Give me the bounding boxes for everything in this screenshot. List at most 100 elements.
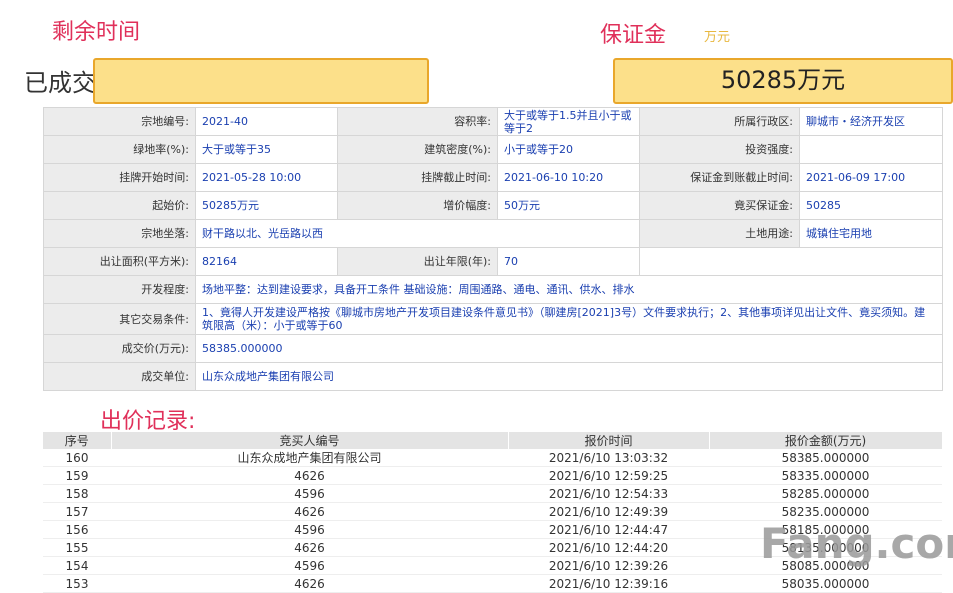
info-key: 出让面积(平方米): (43, 247, 196, 276)
info-row: 出让面积(平方米): 82164 出让年限(年): 70 (43, 247, 943, 276)
remaining-time-label: 剩余时间 (52, 20, 141, 45)
bid-row: 157 4626 2021/6/10 12:49:39 58235.000000 (43, 502, 942, 521)
bid-cell: 58385.000000 (709, 449, 942, 467)
info-value: 58385.000000 (195, 334, 943, 363)
info-value: 50285 (799, 191, 943, 220)
bid-column-header: 报价时间 (508, 432, 710, 449)
bid-row: 159 4626 2021/6/10 12:59:25 58335.000000 (43, 466, 942, 485)
bid-cell: 160 (43, 449, 111, 467)
bid-row: 153 4626 2021/6/10 12:39:16 58035.000000 (43, 574, 942, 593)
deposit-unit: 万元 (704, 30, 731, 45)
info-value: 山东众成地产集团有限公司 (195, 362, 943, 391)
bid-cell: 4626 (111, 574, 508, 593)
info-row: 绿地率(%): 大于或等于35 建筑密度(%): 小于或等于20 投资强度: (43, 135, 943, 164)
info-row: 成交价(万元): 58385.000000 (43, 334, 943, 363)
info-row: 开发程度: 场地平整：达到建设要求，具备开工条件 基础设施：周围通路、通电、通讯、… (43, 275, 943, 304)
info-blank (639, 247, 943, 276)
info-value: 1、竟得人开发建设严格按《聊城市房地产开发项目建设条件意见书》（聊建房[2021… (195, 303, 943, 335)
bid-cell: 2021/6/10 12:44:47 (508, 520, 709, 539)
info-value: 小于或等于20 (497, 135, 640, 164)
bid-cell: 4596 (111, 556, 508, 575)
deal-amount-bar: 50285万元 (613, 58, 953, 104)
deposit-label: 保证金 (600, 23, 667, 48)
info-row: 宗地坐落: 财干路以北、光岳路以西 土地用途: 城镇住宅用地 (43, 219, 943, 248)
bid-cell: 154 (43, 556, 111, 575)
info-key: 其它交易条件: (43, 303, 196, 335)
bid-cell: 159 (43, 466, 111, 485)
info-row: 其它交易条件: 1、竟得人开发建设严格按《聊城市房地产开发项目建设条件意见书》（聊… (43, 303, 943, 335)
watermark-logo: Fang.com (760, 519, 953, 568)
bid-cell: 157 (43, 502, 111, 521)
bid-cell: 2021/6/10 12:44:20 (508, 538, 709, 557)
info-value: 场地平整：达到建设要求，具备开工条件 基础设施：周围通路、通电、通讯、供水、排水 (195, 275, 943, 304)
bid-cell: 4626 (111, 466, 508, 485)
bid-cell: 4596 (111, 520, 508, 539)
info-key: 挂牌截止时间: (337, 163, 498, 192)
countdown-bar (93, 58, 429, 104)
info-value: 70 (497, 247, 640, 276)
bid-cell: 153 (43, 574, 111, 593)
bid-cell: 58235.000000 (709, 502, 942, 521)
info-row: 起始价: 50285万元 增价幅度: 50万元 竟买保证金: 50285 (43, 191, 943, 220)
bid-records-table: 序号 竞买人编号 报价时间 报价金额(万元) 160 山东众成地产集团有限公司 2021/… (43, 432, 943, 593)
bid-cell: 58285.000000 (709, 484, 942, 503)
bid-cell: 156 (43, 520, 111, 539)
info-value: 大于或等于1.5并且小于或等于2 (497, 107, 640, 136)
info-key: 投资强度: (639, 135, 800, 164)
bid-cell: 2021/6/10 12:54:33 (508, 484, 709, 503)
info-value (799, 135, 943, 164)
info-value: 城镇住宅用地 (799, 219, 943, 248)
info-value: 82164 (195, 247, 338, 276)
bid-column-header: 竞买人编号 (111, 432, 509, 449)
bid-cell: 山东众成地产集团有限公司 (111, 449, 508, 467)
bid-cell: 155 (43, 538, 111, 557)
info-key: 容积率: (337, 107, 498, 136)
info-row: 成交单位: 山东众成地产集团有限公司 (43, 362, 943, 391)
status-label: 已成交 (24, 69, 96, 97)
bid-cell: 4626 (111, 502, 508, 521)
bid-row: 160 山东众成地产集团有限公司 2021/6/10 13:03:32 58385.0… (43, 449, 942, 467)
info-row: 挂牌开始时间: 2021-05-28 10:00 挂牌截止时间: 2021-06-10… (43, 163, 943, 192)
info-value: 2021-40 (195, 107, 338, 136)
info-key: 竟买保证金: (639, 191, 800, 220)
info-key: 建筑密度(%): (337, 135, 498, 164)
bid-cell: 2021/6/10 12:39:16 (508, 574, 709, 593)
info-key: 挂牌开始时间: (43, 163, 196, 192)
bid-cell: 2021/6/10 12:39:26 (508, 556, 709, 575)
bid-cell: 2021/6/10 12:49:39 (508, 502, 709, 521)
info-key: 增价幅度: (337, 191, 498, 220)
info-key: 宗地编号: (43, 107, 196, 136)
info-key: 土地用途: (639, 219, 800, 248)
bid-column-header: 序号 (43, 432, 112, 449)
land-info-table: 宗地编号: 2021-40 容积率: 大于或等于1.5并且小于或等于2 所属行政区: 聊城… (43, 107, 943, 391)
bid-cell: 4626 (111, 538, 508, 557)
info-key: 成交单位: (43, 362, 196, 391)
info-value: 2021-06-10 10:20 (497, 163, 640, 192)
info-value: 50万元 (497, 191, 640, 220)
info-key: 开发程度: (43, 275, 196, 304)
info-key: 保证金到账截止时间: (639, 163, 800, 192)
bid-cell: 58335.000000 (709, 466, 942, 485)
bid-cell: 2021/6/10 12:59:25 (508, 466, 709, 485)
bid-cell: 58035.000000 (709, 574, 942, 593)
info-key: 成交价(万元): (43, 334, 196, 363)
info-value: 聊城市・经济开发区 (799, 107, 943, 136)
info-key: 起始价: (43, 191, 196, 220)
deal-amount-value: 50285万元 (720, 66, 846, 94)
info-key: 所属行政区: (639, 107, 800, 136)
info-value: 2021-05-28 10:00 (195, 163, 338, 192)
info-key: 宗地坐落: (43, 219, 196, 248)
bid-cell: 2021/6/10 13:03:32 (508, 449, 709, 467)
info-value: 50285万元 (195, 191, 338, 220)
bid-cell: 4596 (111, 484, 508, 503)
bid-row: 158 4596 2021/6/10 12:54:33 58285.000000 (43, 484, 942, 503)
info-value: 2021-06-09 17:00 (799, 163, 943, 192)
info-key: 绿地率(%): (43, 135, 196, 164)
bid-section-title: 出价记录: (100, 409, 196, 434)
info-value: 财干路以北、光岳路以西 (195, 219, 640, 248)
info-key: 出让年限(年): (337, 247, 498, 276)
info-value: 大于或等于35 (195, 135, 338, 164)
bid-column-header: 报价金额(万元) (709, 432, 943, 449)
info-row: 宗地编号: 2021-40 容积率: 大于或等于1.5并且小于或等于2 所属行政区: 聊城… (43, 107, 943, 136)
bid-cell: 158 (43, 484, 111, 503)
